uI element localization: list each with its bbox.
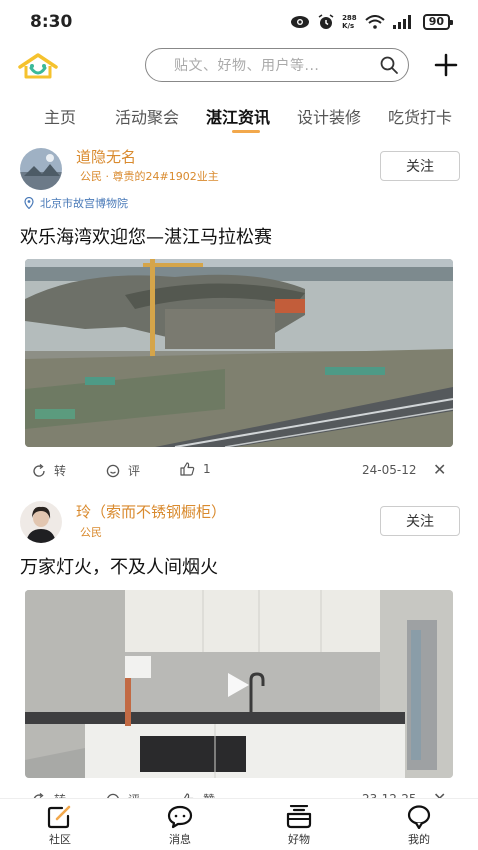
close-icon[interactable]: ✕ <box>433 460 446 479</box>
author-meta: 公民 <box>80 526 102 539</box>
feed-post: 玲（索而不锈钢橱柜） 公民 关注 万家灯火，不及人间烟火 <box>0 495 478 808</box>
comment-label: 评 <box>128 464 141 478</box>
nav-messages[interactable]: 消息 <box>150 805 210 847</box>
author-meta: 公民 · 尊贵的24#1902业主 <box>80 170 219 183</box>
thumbs-up-icon <box>180 462 195 476</box>
nav-profile-label: 我的 <box>408 833 430 846</box>
nav-profile[interactable]: 我的 <box>389 805 449 847</box>
comment-icon <box>106 464 120 477</box>
status-bar: 8:30 288 K/s 90 <box>0 0 478 44</box>
net-speed: 288 K/s <box>342 14 357 30</box>
tab-home[interactable]: 主页 <box>44 104 76 128</box>
signal-icon <box>392 15 411 29</box>
bottom-navigation: 社区 消息 好物 我的 <box>0 798 478 850</box>
plus-icon[interactable] <box>432 51 460 79</box>
post-date: 24-05-12 <box>362 463 417 477</box>
post-actions: 转 评 1 24-05-12 ✕ <box>0 458 478 484</box>
nav-messages-label: 消息 <box>169 833 191 846</box>
search-input[interactable]: 贴文、好物、用户等... <box>145 48 409 82</box>
tab-zhanjiang-news[interactable]: 湛江资讯 <box>206 104 270 128</box>
profile-bubble-icon <box>407 805 431 829</box>
active-tab-indicator <box>232 130 260 133</box>
app-header: 贴文、好物、用户等... <box>0 44 478 90</box>
repost-label: 转 <box>54 464 67 478</box>
search-icon[interactable] <box>370 50 408 80</box>
search-placeholder: 贴文、好物、用户等... <box>174 58 320 74</box>
post-title[interactable]: 万家灯火，不及人间烟火 <box>20 553 218 579</box>
repost-button[interactable]: 转 <box>32 462 66 479</box>
like-button[interactable]: 1 <box>180 462 211 476</box>
author-name[interactable]: 道隐无名 <box>76 146 136 167</box>
status-icons: 288 K/s 90 <box>290 14 454 30</box>
battery-indicator: 90 <box>422 14 454 30</box>
tab-design[interactable]: 设计装修 <box>297 104 361 128</box>
category-tabs: 主页 活动聚会 湛江资讯 设计装修 吃货打卡 <box>0 98 478 138</box>
avatar[interactable] <box>20 501 62 543</box>
nav-community-label: 社区 <box>49 833 71 846</box>
follow-button[interactable]: 关注 <box>380 506 460 536</box>
post-location[interactable]: 北京市故宫博物院 <box>24 195 128 211</box>
feed-post: 道隐无名 公民 · 尊贵的24#1902业主 关注 北京市故宫博物院 欢乐海湾欢… <box>0 140 478 490</box>
wifi-icon <box>365 15 385 29</box>
community-edit-icon <box>47 805 71 829</box>
location-pin-icon <box>24 197 34 209</box>
post-image-stadium[interactable] <box>25 259 453 447</box>
message-bubble-icon <box>167 805 193 829</box>
status-time: 8:30 <box>30 12 73 32</box>
nav-community[interactable]: 社区 <box>30 805 90 847</box>
tab-foodie[interactable]: 吃货打卡 <box>388 104 452 128</box>
author-name[interactable]: 玲（索而不锈钢橱柜） <box>76 501 226 522</box>
location-label: 北京市故宫博物院 <box>40 197 128 210</box>
tab-events[interactable]: 活动聚会 <box>115 104 179 128</box>
follow-button[interactable]: 关注 <box>380 151 460 181</box>
like-count: 1 <box>203 462 211 476</box>
nav-goods[interactable]: 好物 <box>269 805 329 847</box>
post-title[interactable]: 欢乐海湾欢迎您—湛江马拉松赛 <box>20 223 272 249</box>
net-speed-unit: K/s <box>342 22 355 30</box>
home-logo-icon[interactable] <box>18 52 58 82</box>
net-speed-value: 288 <box>342 14 357 22</box>
shopping-pot-icon <box>286 805 312 829</box>
avatar[interactable] <box>20 148 62 190</box>
repost-icon <box>33 463 45 477</box>
post-video-kitchen[interactable] <box>25 590 453 778</box>
comment-button[interactable]: 评 <box>106 462 140 479</box>
nav-goods-label: 好物 <box>288 833 310 846</box>
eye-icon <box>291 16 310 28</box>
alarm-icon <box>318 14 334 29</box>
